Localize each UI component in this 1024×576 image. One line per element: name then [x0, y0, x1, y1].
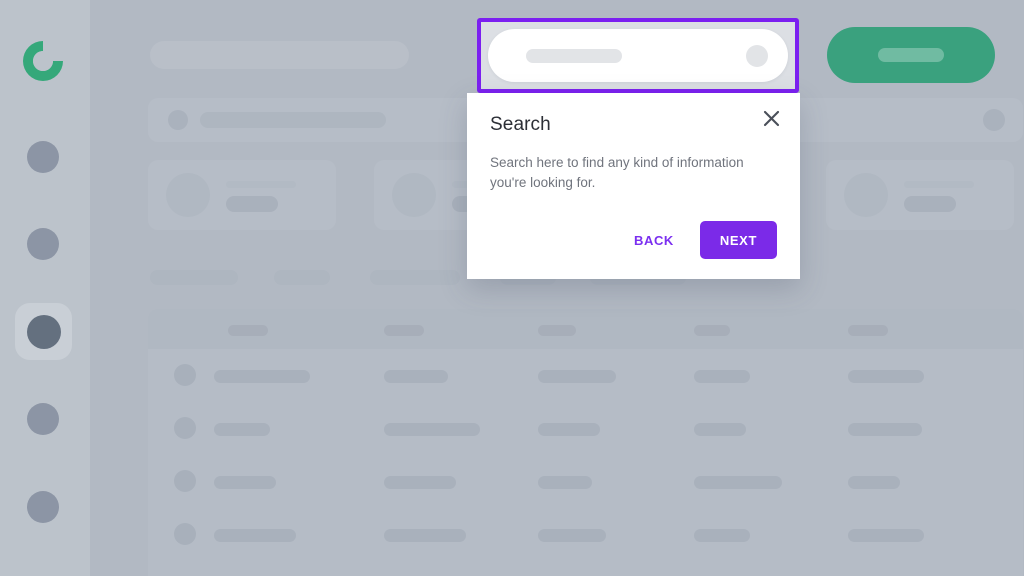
table-column-header[interactable]: [384, 325, 424, 336]
row-cell: [694, 370, 750, 383]
row-cell: [538, 476, 592, 489]
sidebar-item-5-icon: [27, 491, 59, 523]
sidebar-item-3-icon: [26, 314, 61, 349]
card-title-placeholder: [226, 196, 278, 212]
row-cell: [848, 370, 924, 383]
search-icon[interactable]: [746, 44, 768, 67]
sidebar-item-1[interactable]: [17, 131, 69, 183]
brand-logo-c-icon: [19, 37, 67, 85]
row-cell: [848, 476, 900, 489]
sidebar-item-5[interactable]: [17, 481, 69, 533]
card-avatar: [844, 173, 888, 217]
page-title-placeholder: [150, 41, 409, 69]
sidebar-item-4[interactable]: [17, 393, 69, 445]
table-column-header[interactable]: [694, 325, 730, 336]
row-avatar: [174, 523, 196, 545]
row-cell: [694, 476, 782, 489]
chip-1[interactable]: [150, 270, 238, 285]
chip-3[interactable]: [370, 270, 460, 285]
popover-title: Search: [490, 114, 551, 135]
sidebar-item-2[interactable]: [17, 218, 69, 270]
row-cell: [848, 423, 922, 436]
back-button[interactable]: BACK: [624, 225, 684, 256]
search-input[interactable]: [488, 29, 788, 82]
onboarding-popover: Search Search here to find any kind of i…: [467, 93, 800, 279]
popover-actions: BACK NEXT: [624, 221, 777, 259]
row-cell: [384, 370, 448, 383]
card-4[interactable]: [826, 160, 1014, 230]
sidebar: [0, 0, 90, 576]
chip-2[interactable]: [274, 270, 330, 285]
table-column-header[interactable]: [848, 325, 888, 336]
search-placeholder-bar: [526, 48, 622, 63]
row-cell: [538, 529, 606, 542]
primary-cta-button[interactable]: [827, 27, 995, 83]
close-icon[interactable]: [758, 105, 784, 131]
table-row[interactable]: [148, 349, 1023, 402]
card-subtitle-placeholder: [226, 181, 296, 188]
card-title-placeholder: [904, 196, 956, 212]
card-avatar: [166, 173, 210, 217]
data-table: [148, 309, 1023, 576]
row-avatar: [174, 364, 196, 386]
filter-bar-placeholder: [200, 112, 386, 128]
row-cell: [694, 529, 750, 542]
row-cell: [848, 529, 924, 542]
next-button[interactable]: NEXT: [699, 221, 777, 259]
row-cell: [214, 476, 276, 489]
sidebar-item-2-icon: [27, 228, 59, 260]
table-header-row: [148, 309, 1023, 349]
row-cell: [214, 423, 270, 436]
sidebar-item-3[interactable]: [15, 303, 72, 360]
table-row[interactable]: [148, 402, 1023, 455]
app-root: Search Search here to find any kind of i…: [0, 0, 1024, 576]
search-highlight-ring: [477, 18, 799, 93]
table-column-header[interactable]: [228, 325, 268, 336]
cta-label-placeholder: [878, 48, 944, 62]
row-cell: [214, 370, 310, 383]
row-avatar: [174, 470, 196, 492]
row-cell: [538, 370, 616, 383]
table-row[interactable]: [148, 508, 1023, 561]
card-1[interactable]: [148, 160, 336, 230]
row-cell: [694, 423, 746, 436]
table-row[interactable]: [148, 455, 1023, 508]
filter-avatar-icon: [168, 110, 188, 130]
card-subtitle-placeholder: [904, 181, 974, 188]
row-cell: [538, 423, 600, 436]
card-avatar: [392, 173, 436, 217]
table-column-header[interactable]: [538, 325, 576, 336]
filter-action-icon[interactable]: [983, 109, 1005, 131]
row-cell: [384, 476, 456, 489]
row-cell: [214, 529, 296, 542]
sidebar-item-1-icon: [27, 141, 59, 173]
popover-description: Search here to find any kind of informat…: [490, 155, 744, 190]
row-avatar: [174, 417, 196, 439]
row-cell: [384, 423, 480, 436]
row-cell: [384, 529, 466, 542]
sidebar-item-4-icon: [27, 403, 59, 435]
